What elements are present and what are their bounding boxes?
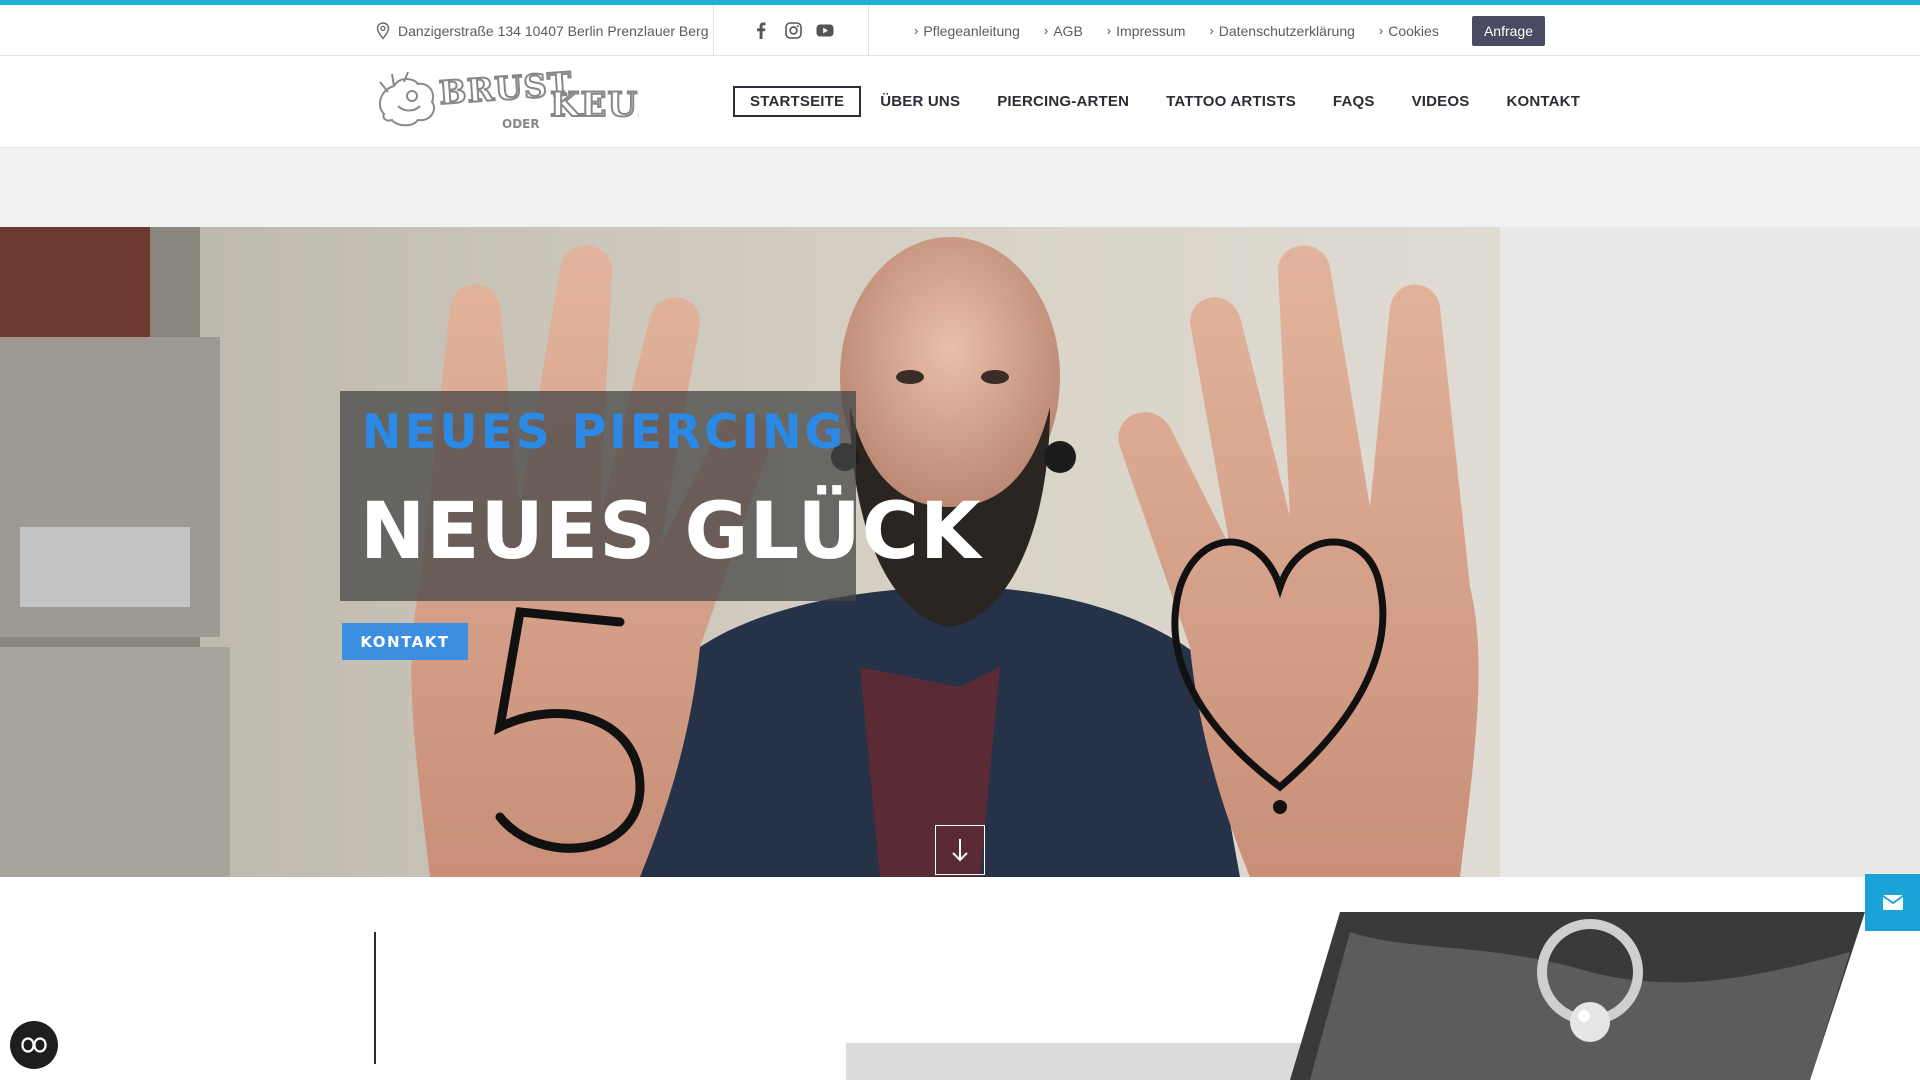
contact-mail-tab[interactable]	[1865, 874, 1920, 931]
request-button[interactable]: Anfrage	[1472, 16, 1545, 46]
decorative-line	[374, 932, 376, 1064]
link-cookies[interactable]: › Cookies	[1379, 23, 1439, 39]
youtube-icon[interactable]	[816, 22, 834, 40]
divider	[713, 5, 714, 56]
nav-ueber-uns[interactable]: ÜBER UNS	[880, 93, 960, 110]
chevron-right-icon: ›	[1209, 23, 1214, 38]
link-label: Datenschutzerklärung	[1218, 22, 1355, 39]
social-links	[752, 5, 834, 56]
arrow-down-icon	[952, 839, 968, 862]
chevron-right-icon: ›	[1378, 23, 1384, 38]
link-label: Impressum	[1116, 22, 1186, 39]
svg-text:ODER: ODER	[502, 117, 540, 131]
nav-faqs[interactable]: FAQS	[1333, 93, 1375, 110]
chevron-right-icon: ›	[914, 23, 919, 38]
hero-subtitle: NEUES PIERCING	[362, 405, 847, 460]
address-text: Danzigerstraße 134 10407 Berlin Prenzlau…	[398, 22, 709, 39]
hero-contact-button[interactable]: KONTAKT	[342, 623, 468, 660]
address: Danzigerstraße 134 10407 Berlin Prenzlau…	[376, 5, 709, 56]
accessibility-icon	[21, 1037, 47, 1053]
nav-kontakt[interactable]: KONTAKT	[1506, 93, 1580, 110]
top-links: › Pflegeanleitung › AGB › Impressum › Datens…	[914, 5, 1463, 56]
nav-tattoo-artists[interactable]: TATTOO ARTISTS	[1166, 93, 1296, 110]
envelope-icon	[1882, 895, 1903, 910]
link-label: Pflegeanleitung	[923, 22, 1020, 39]
hero-title: NEUES GLÜCK	[360, 487, 982, 577]
nav-videos[interactable]: VIDEOS	[1412, 93, 1470, 110]
nav-piercing-arten[interactable]: PIERCING-ARTEN	[997, 93, 1129, 110]
link-label: Cookies	[1388, 22, 1439, 39]
chevron-right-icon: ›	[1106, 23, 1112, 38]
top-bar: Danzigerstraße 134 10407 Berlin Prenzlau…	[0, 5, 1920, 56]
spacer-band	[0, 148, 1920, 227]
chevron-right-icon: ›	[1043, 23, 1049, 38]
hero-slider: NEUES PIERCING NEUES GLÜCK KONTAKT	[0, 227, 1920, 877]
divider	[868, 5, 869, 56]
nav-startseite[interactable]: STARTSEITE	[733, 86, 862, 117]
main-nav: STARTSEITE ÜBER UNS PIERCING-ARTEN TATTO…	[733, 86, 1580, 117]
link-impressum[interactable]: › Impressum	[1107, 23, 1186, 39]
link-pflegeanleitung[interactable]: › Pflegeanleitung	[914, 23, 1020, 39]
piercing-photo	[1290, 912, 1870, 1080]
map-pin-icon	[376, 21, 390, 40]
facebook-icon[interactable]	[752, 22, 770, 40]
logo[interactable]: BRUST KEULE ODER	[374, 64, 690, 132]
header: BRUST KEULE ODER STARTSEITE ÜBER UNS PIE…	[0, 56, 1920, 148]
link-label: AGB	[1053, 22, 1083, 39]
instagram-icon[interactable]	[784, 22, 802, 40]
accessibility-button[interactable]	[10, 1021, 58, 1069]
svg-text:KEULE: KEULE	[550, 85, 639, 125]
link-agb[interactable]: › AGB	[1044, 23, 1083, 39]
link-datenschutz[interactable]: › Datenschutzerklärung	[1209, 23, 1355, 39]
scroll-down-button[interactable]	[935, 825, 985, 875]
